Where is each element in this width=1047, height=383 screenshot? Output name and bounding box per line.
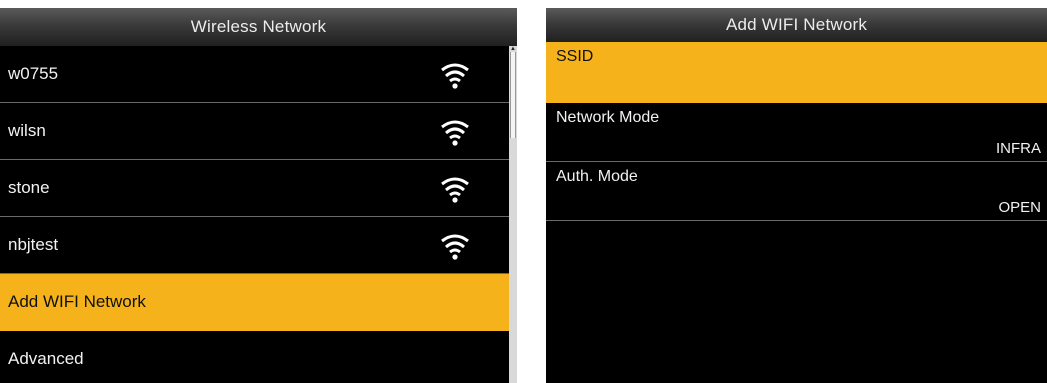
scroll-thumb[interactable] [510,52,516,138]
network-item[interactable]: wilsn [0,103,509,160]
advanced-item[interactable]: Advanced [0,331,509,383]
wifi-signal-icon [441,177,469,203]
screen-title: Wireless Network [0,8,517,46]
network-mode-label: Network Mode [556,109,660,126]
network-item[interactable]: nbjtest [0,217,509,274]
auth-mode-label: Auth. Mode [556,168,638,185]
network-ssid: wilsn [8,121,46,140]
wifi-settings-form: SSID Network Mode INFRA Auth. Mode OPEN [546,42,1047,221]
wifi-signal-icon [441,234,469,260]
auth-mode-field[interactable]: Auth. Mode OPEN [546,162,1047,221]
screen-title: Add WIFI Network [546,8,1047,42]
network-item[interactable]: w0755 [0,46,509,103]
network-ssid: nbjtest [8,235,59,254]
network-ssid: w0755 [8,64,59,83]
add-wifi-network-item[interactable]: Add WIFI Network [0,274,509,331]
auth-mode-value: OPEN [998,199,1041,216]
network-item[interactable]: stone [0,160,509,217]
network-mode-value: INFRA [996,140,1041,157]
network-ssid: stone [8,178,50,197]
wireless-network-screen: Wireless Network w0755 wilsn stone nbjte… [0,8,517,383]
add-wifi-network-label: Add WIFI Network [8,292,146,311]
advanced-label: Advanced [8,349,84,368]
add-wifi-network-screen: Add WIFI Network SSID Network Mode INFRA… [546,8,1047,383]
scrollbar[interactable]: ▲ [509,46,517,383]
wifi-signal-icon [441,120,469,146]
network-list: w0755 wilsn stone nbjtest Add WIFI Netwo… [0,46,509,383]
network-mode-field[interactable]: Network Mode INFRA [546,103,1047,162]
ssid-field[interactable]: SSID [546,42,1047,103]
ssid-label: SSID [556,48,594,65]
wifi-signal-icon [441,63,469,89]
